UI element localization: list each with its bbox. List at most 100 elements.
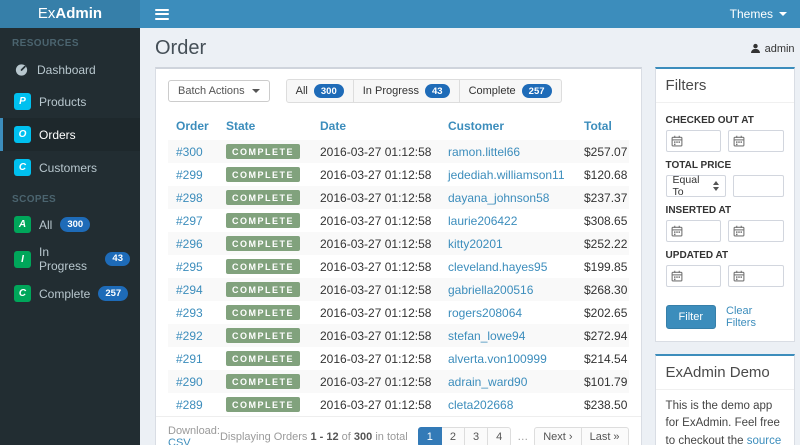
date-from-group: [665, 265, 722, 287]
customer-link[interactable]: cleveland.hayes95: [448, 260, 547, 274]
state-cell: COMPLETE: [218, 163, 312, 186]
last-page-button[interactable]: Last »: [580, 427, 629, 445]
table-row[interactable]: #297 COMPLETE 2016-03-27 01:12:58 laurie206…: [168, 209, 629, 232]
column-header-state[interactable]: State: [218, 111, 312, 140]
table-row[interactable]: #295 COMPLETE 2016-03-27 01:12:58 cleveland…: [168, 255, 629, 278]
table-row[interactable]: #296 COMPLETE 2016-03-27 01:12:58 kitty2020…: [168, 232, 629, 256]
checked-out-at-from-input[interactable]: [686, 135, 717, 147]
inserted-at-to-input[interactable]: [749, 225, 779, 237]
price-value-group: [733, 175, 784, 197]
order-link[interactable]: #300: [176, 145, 203, 159]
customer-cell: alverta.von100999: [440, 347, 576, 370]
order-link[interactable]: #296: [176, 237, 203, 251]
page-button-3[interactable]: 3: [463, 427, 489, 445]
tab-in-progress[interactable]: In Progress 43: [352, 79, 460, 104]
scope-item-all[interactable]: A All 300: [0, 210, 140, 239]
column-header-order[interactable]: Order: [168, 111, 218, 140]
table-row[interactable]: #291 COMPLETE 2016-03-27 01:12:58 alverta.v…: [168, 347, 629, 370]
date-cell: 2016-03-27 01:12:58: [320, 144, 432, 159]
total-price-operator-select[interactable]: Equal To: [665, 174, 727, 198]
order-link[interactable]: #297: [176, 214, 203, 228]
clear-filters-link[interactable]: Clear Filters: [726, 305, 784, 329]
csv-download-link[interactable]: CSV: [168, 437, 191, 445]
scope-label: All: [39, 217, 53, 232]
table-row[interactable]: #292 COMPLETE 2016-03-27 01:12:58 stefan_lo…: [168, 324, 629, 348]
filter-inputs-inserted-at: [665, 220, 784, 242]
sidebar-item-orders[interactable]: O Orders: [0, 118, 140, 151]
page-title: Order: [155, 37, 207, 59]
customer-cell: gabriella200516: [440, 278, 576, 301]
date-cell: 2016-03-27 01:12:58: [320, 305, 432, 320]
table-row[interactable]: #294 COMPLETE 2016-03-27 01:12:58 gabriella…: [168, 278, 629, 302]
order-link[interactable]: #295: [176, 260, 203, 274]
sidebar-item-products[interactable]: P Products: [0, 85, 140, 118]
order-link[interactable]: #289: [176, 398, 203, 412]
filter-inputs-updated-at: [665, 265, 784, 287]
customer-link[interactable]: gabriella200516: [448, 283, 533, 297]
order-link[interactable]: #298: [176, 191, 203, 205]
order-link[interactable]: #290: [176, 375, 203, 389]
page-button-4[interactable]: 4: [487, 427, 512, 445]
order-link[interactable]: #299: [176, 168, 203, 182]
table-row[interactable]: #290 COMPLETE 2016-03-27 01:12:58 adrain_wa…: [168, 370, 629, 394]
updated-at-to-input[interactable]: [749, 270, 779, 282]
customer-link[interactable]: dayana_johnson58: [448, 191, 549, 205]
page-button-1[interactable]: 1: [417, 427, 442, 445]
total-price-value-input[interactable]: [738, 180, 779, 192]
customer-link[interactable]: adrain_ward90: [448, 375, 527, 389]
customer-link[interactable]: alverta.von100999: [448, 352, 547, 366]
state-cell: COMPLETE: [218, 324, 312, 347]
updated-at-from-input[interactable]: [686, 270, 717, 282]
inserted-at-from-input[interactable]: [686, 225, 717, 237]
table-row[interactable]: #289 COMPLETE 2016-03-27 01:12:58 cleta2026…: [168, 393, 629, 416]
sidebar-toggle-icon[interactable]: [153, 3, 171, 25]
themes-dropdown[interactable]: Themes: [730, 7, 787, 21]
order-link[interactable]: #292: [176, 329, 203, 343]
chevron-down-icon: [779, 12, 787, 16]
date-cell: 2016-03-27 01:12:58: [320, 259, 432, 274]
tab-complete[interactable]: Complete 257: [458, 79, 562, 104]
customer-link[interactable]: kitty20201: [448, 237, 503, 251]
checked-out-at-to-input[interactable]: [749, 135, 779, 147]
orders-table-wrap: Order State Date Customer Total #300 COMPLETE…: [156, 111, 641, 416]
column-header-customer[interactable]: Customer: [440, 111, 576, 140]
customer-link[interactable]: stefan_lowe94: [448, 329, 525, 343]
scope-initial-badge: I: [14, 250, 31, 268]
total-cell: $257.07: [584, 144, 628, 159]
app-logo[interactable]: ExAdmin: [0, 0, 140, 28]
next-page-button[interactable]: Next ›: [534, 427, 582, 445]
order-link[interactable]: #291: [176, 352, 203, 366]
order-cell: #298: [168, 186, 218, 209]
customer-link[interactable]: rogers208064: [448, 306, 522, 320]
table-row[interactable]: #298 COMPLETE 2016-03-27 01:12:58 dayana_jo…: [168, 186, 629, 210]
scope-item-in-progress[interactable]: I In Progress 43: [0, 239, 140, 279]
customer-link[interactable]: ramon.littel66: [448, 145, 520, 159]
customer-cell: laurie206422: [440, 209, 576, 232]
table-row[interactable]: #293 COMPLETE 2016-03-27 01:12:58 rogers208…: [168, 301, 629, 324]
table-row[interactable]: #299 COMPLETE 2016-03-27 01:12:58 jedediah.…: [168, 163, 629, 186]
tab-all[interactable]: All 300: [285, 79, 354, 104]
column-header-date[interactable]: Date: [312, 111, 440, 140]
customer-link[interactable]: jedediah.williamson11: [448, 168, 565, 182]
state-cell: COMPLETE: [218, 209, 312, 232]
scope-item-complete[interactable]: C Complete 257: [0, 279, 140, 308]
column-header-total[interactable]: Total: [576, 111, 629, 140]
order-link[interactable]: #294: [176, 283, 203, 297]
sidebar-item-customers[interactable]: C Customers: [0, 151, 140, 184]
sidebar-item-label: Dashboard: [37, 62, 96, 77]
state-badge: COMPLETE: [226, 397, 301, 413]
order-link[interactable]: #293: [176, 306, 203, 320]
total-cell: $120.68: [584, 167, 628, 182]
sidebar-item-dashboard[interactable]: Dashboard: [0, 54, 140, 85]
filter-label-inserted-at: INSERTED AT: [665, 205, 732, 216]
customer-link[interactable]: cleta202668: [448, 398, 513, 412]
order-cell: #300: [168, 140, 218, 163]
batch-actions-button[interactable]: Batch Actions: [168, 80, 270, 103]
scope-count-badge: 257: [98, 286, 129, 301]
table-row[interactable]: #300 COMPLETE 2016-03-27 01:12:58 ramon.lit…: [168, 140, 629, 164]
filter-button[interactable]: Filter: [665, 305, 716, 329]
current-user[interactable]: admin: [750, 43, 795, 55]
page-button-2[interactable]: 2: [440, 427, 465, 445]
customer-link[interactable]: laurie206422: [448, 214, 517, 228]
order-cell: #292: [168, 324, 218, 347]
